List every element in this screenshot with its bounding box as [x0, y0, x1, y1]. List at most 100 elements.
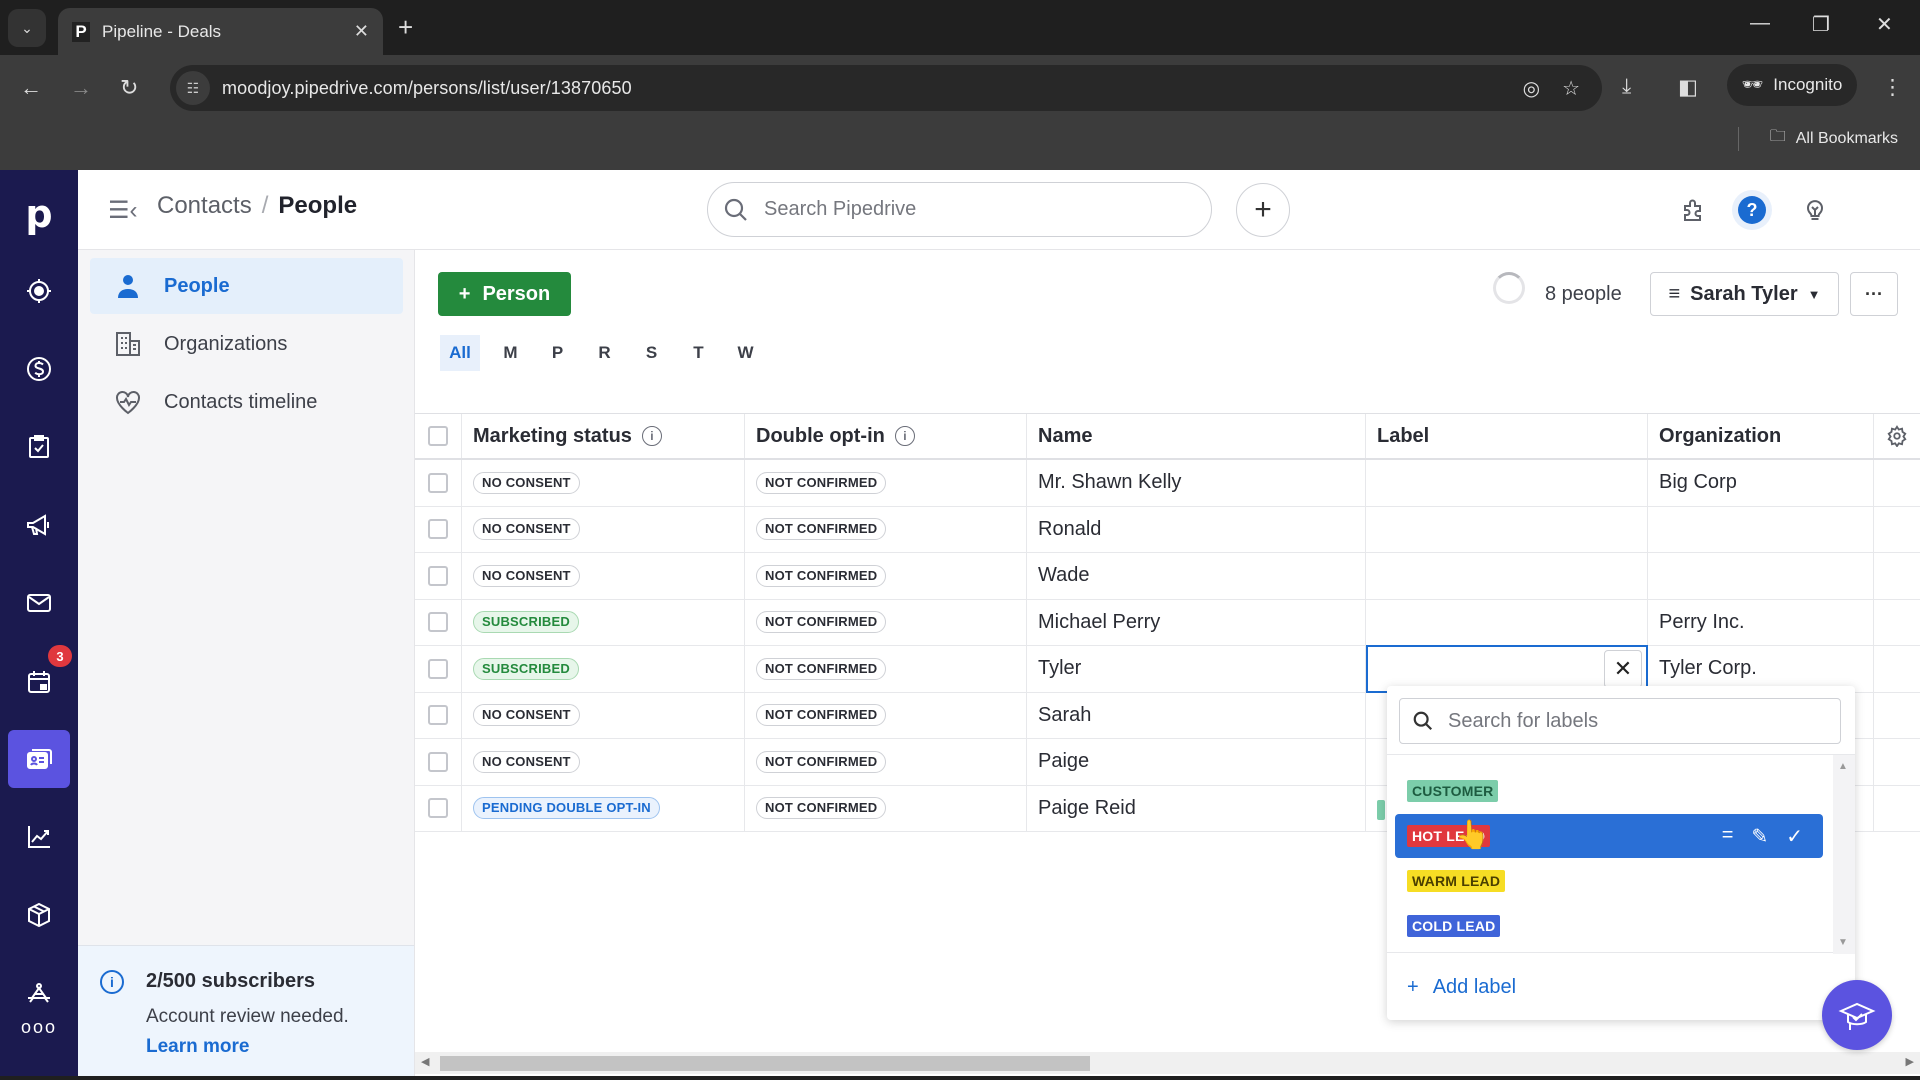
col-marketing-status[interactable]: Marketing status i [462, 414, 745, 458]
row-checkbox[interactable] [428, 472, 448, 493]
col-organization[interactable]: Organization [1648, 414, 1874, 458]
quick-add-button[interactable]: + [1236, 183, 1290, 237]
nav-products[interactable] [12, 888, 66, 942]
subnav-organizations[interactable]: Organizations [90, 316, 403, 372]
nav-deals[interactable] [12, 342, 66, 396]
row-checkbox[interactable] [428, 705, 448, 726]
restore-button[interactable]: ❐ [1812, 12, 1830, 37]
nav-insights[interactable] [12, 810, 66, 864]
double-opt-in-cell[interactable]: NOT CONFIRMED [745, 692, 1027, 738]
table-row[interactable]: NO CONSENT NOT CONFIRMED Wade [415, 553, 1920, 600]
row-checkbox[interactable] [428, 612, 448, 633]
minimize-button[interactable]: — [1750, 12, 1770, 35]
alpha-p[interactable]: P [534, 335, 581, 371]
side-panel-icon[interactable]: ◧ [1678, 75, 1698, 100]
subnav-contacts-timeline[interactable]: Contacts timeline [90, 374, 403, 430]
tab-search-button[interactable]: ⌄ [8, 9, 46, 47]
double-opt-in-cell[interactable]: NOT CONFIRMED [745, 646, 1027, 692]
reload-button[interactable]: ↻ [120, 75, 138, 101]
name-cell[interactable]: Tyler [1027, 646, 1366, 692]
scroll-right-icon[interactable]: ▶ [1906, 1055, 1914, 1068]
organization-cell[interactable]: Perry Inc. [1648, 599, 1874, 645]
marketing-status-cell[interactable]: SUBSCRIBED [462, 646, 745, 692]
forward-button[interactable]: → [70, 75, 92, 101]
browser-tab[interactable]: P Pipeline - Deals ✕ [58, 8, 383, 55]
marketing-status-cell[interactable]: NO CONSENT [462, 460, 745, 506]
global-search-input[interactable]: Search Pipedrive [707, 182, 1212, 237]
double-opt-in-cell[interactable]: NOT CONFIRMED [745, 599, 1027, 645]
column-settings-button[interactable] [1874, 414, 1920, 458]
col-label[interactable]: Label [1366, 414, 1648, 458]
close-window-button[interactable]: ✕ [1876, 12, 1893, 37]
new-tab-button[interactable]: + [398, 12, 413, 43]
organization-cell[interactable]: Big Corp [1648, 460, 1874, 506]
select-all-checkbox[interactable] [428, 426, 448, 446]
nav-projects[interactable] [12, 420, 66, 474]
name-cell[interactable]: Michael Perry [1027, 599, 1366, 645]
clear-label-button[interactable]: ✕ [1604, 650, 1642, 688]
check-icon[interactable]: ✓ [1786, 824, 1803, 849]
scrollbar-thumb[interactable] [440, 1056, 1090, 1071]
double-opt-in-cell[interactable]: NOT CONFIRMED [745, 553, 1027, 599]
more-actions-button[interactable]: ··· [1850, 272, 1898, 316]
label-list-scrollbar[interactable]: ▲ ▼ [1833, 755, 1855, 954]
nav-more[interactable]: ooo [12, 1012, 66, 1042]
col-double-opt-in[interactable]: Double opt-in i [745, 414, 1027, 458]
double-opt-in-cell[interactable]: NOT CONFIRMED [745, 506, 1027, 552]
add-person-button[interactable]: + Person [438, 272, 571, 316]
label-option-warm-lead[interactable]: WARM LEAD [1395, 859, 1823, 903]
learn-more-link[interactable]: Learn more [146, 1036, 249, 1057]
label-option-cold-lead[interactable]: COLD LEAD [1395, 904, 1823, 948]
nav-campaigns[interactable] [12, 498, 66, 552]
name-cell[interactable]: Sarah [1027, 692, 1366, 738]
row-checkbox[interactable] [428, 658, 448, 679]
table-row[interactable]: NO CONSENT NOT CONFIRMED Ronald [415, 506, 1920, 553]
help-button[interactable]: ? [1732, 190, 1772, 230]
label-cell[interactable] [1366, 599, 1648, 645]
all-bookmarks-button[interactable]: 🗀 All Bookmarks [1770, 125, 1898, 152]
row-checkbox[interactable] [428, 519, 448, 540]
name-cell[interactable]: Mr. Shawn Kelly [1027, 460, 1366, 506]
marketing-status-cell[interactable]: SUBSCRIBED [462, 599, 745, 645]
organization-cell[interactable] [1648, 506, 1874, 552]
download-icon[interactable]: ⤓ [1622, 75, 1631, 99]
scroll-down-icon[interactable]: ▼ [1838, 937, 1848, 948]
marketing-status-cell[interactable]: PENDING DOUBLE OPT-IN [462, 785, 745, 831]
incognito-indicator[interactable]: 🕶 Incognito [1727, 64, 1857, 106]
marketing-status-cell[interactable]: NO CONSENT [462, 692, 745, 738]
label-search-input[interactable]: Search for labels [1399, 698, 1841, 744]
double-opt-in-cell[interactable]: NOT CONFIRMED [745, 739, 1027, 785]
pipedrive-logo[interactable]: p [0, 192, 78, 236]
add-label-button[interactable]: + Add label [1407, 976, 1516, 999]
name-cell[interactable]: Paige Reid [1027, 785, 1366, 831]
marketing-status-cell[interactable]: NO CONSENT [462, 506, 745, 552]
label-cell[interactable] [1366, 460, 1648, 506]
extensions-button[interactable] [1673, 190, 1713, 230]
table-row[interactable]: NO CONSENT NOT CONFIRMED Mr. Shawn Kelly Bi… [415, 460, 1920, 507]
label-cell[interactable]: ✕ [1366, 645, 1648, 693]
row-checkbox[interactable] [428, 565, 448, 586]
label-cell[interactable] [1366, 506, 1648, 552]
drag-handle-icon[interactable]: = [1722, 824, 1734, 849]
nav-mail[interactable] [12, 576, 66, 630]
label-option-customer[interactable]: CUSTOMER [1395, 769, 1823, 813]
back-button[interactable]: ← [20, 75, 42, 101]
table-row[interactable]: SUBSCRIBED NOT CONFIRMED Michael Perry Perr… [415, 599, 1920, 646]
row-checkbox[interactable] [428, 751, 448, 772]
alpha-w[interactable]: W [722, 335, 769, 371]
name-cell[interactable]: Ronald [1027, 506, 1366, 552]
scroll-up-icon[interactable]: ▲ [1838, 761, 1848, 772]
organization-cell[interactable] [1648, 553, 1874, 599]
eye-off-icon[interactable]: ◎ [1523, 76, 1540, 101]
owner-filter-button[interactable]: ≡ Sarah Tyler ▼ [1650, 272, 1839, 316]
address-bar[interactable]: ☷ moodjoy.pipedrive.com/persons/list/use… [170, 65, 1602, 111]
horizontal-scrollbar[interactable]: ◀ ▶ [415, 1052, 1920, 1074]
marketing-status-cell[interactable]: NO CONSENT [462, 739, 745, 785]
breadcrumb-contacts[interactable]: Contacts [157, 192, 252, 220]
label-cell[interactable] [1366, 553, 1648, 599]
edit-pencil-icon[interactable]: ✎ [1751, 824, 1768, 849]
organization-cell[interactable]: Tyler Corp. [1648, 646, 1874, 692]
name-cell[interactable]: Wade [1027, 553, 1366, 599]
name-cell[interactable]: Paige [1027, 739, 1366, 785]
collapse-sidebar-icon[interactable]: ☰‹ [108, 196, 138, 225]
